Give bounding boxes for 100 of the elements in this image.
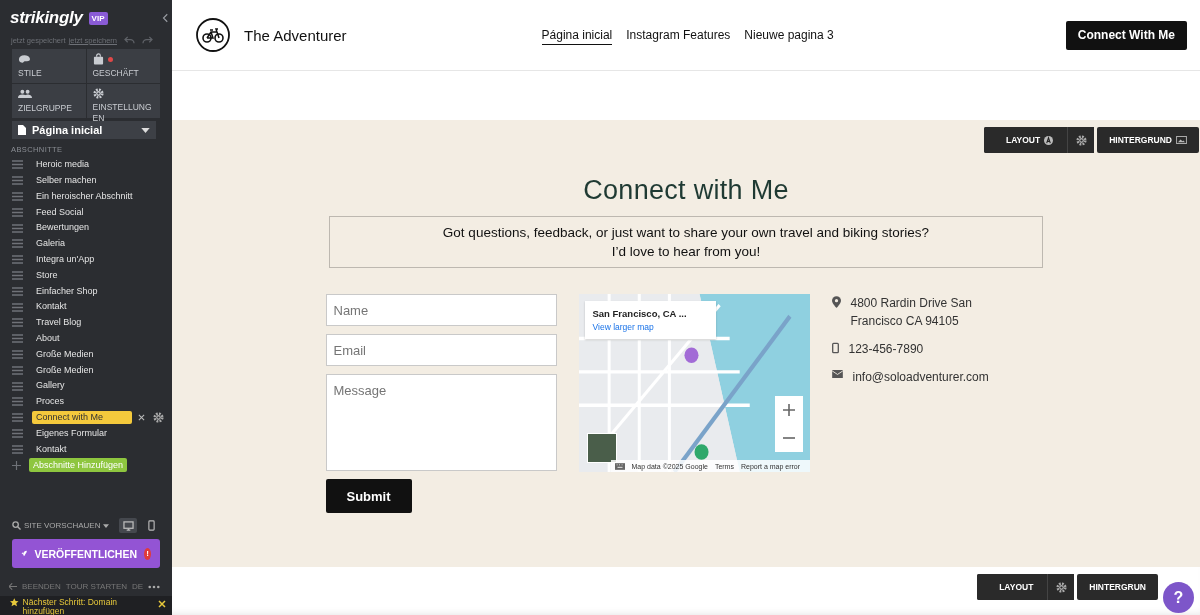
section-item[interactable]: Kontakt bbox=[32, 300, 71, 314]
settings-icon bbox=[1055, 581, 1067, 593]
section-item[interactable]: Selber machen bbox=[32, 173, 101, 188]
nav-link[interactable]: Página inicial bbox=[541, 25, 613, 45]
strikingly-logo: strikingly bbox=[10, 8, 83, 28]
map-place-name: San Francisco, CA ... bbox=[592, 308, 688, 319]
section-settings-button[interactable] bbox=[1067, 127, 1095, 153]
section-item[interactable]: Galeria bbox=[32, 237, 69, 251]
message-field[interactable]: Message bbox=[325, 374, 557, 471]
back-arrow-icon[interactable] bbox=[9, 583, 17, 590]
image-icon bbox=[1176, 136, 1187, 144]
drag-handle-icon[interactable] bbox=[12, 239, 23, 249]
shopping-bag-icon bbox=[92, 53, 104, 65]
contact-detail: 123-456-7890 bbox=[848, 341, 924, 358]
section-item[interactable]: Store bbox=[32, 268, 62, 283]
help-button[interactable]: ? bbox=[1163, 582, 1194, 613]
settings-icon bbox=[1075, 134, 1087, 146]
drag-handle-icon[interactable] bbox=[12, 381, 23, 391]
section-item[interactable]: Kontakt bbox=[32, 442, 71, 456]
section-item[interactable]: Travel Blog bbox=[32, 316, 86, 330]
phone-icon bbox=[147, 520, 155, 531]
satellite-thumbnail[interactable] bbox=[586, 433, 617, 463]
close-icon[interactable] bbox=[138, 414, 145, 422]
envelope-icon bbox=[831, 370, 843, 378]
background-button[interactable]: HINTERGRUND bbox=[1097, 127, 1199, 153]
drag-handle-icon[interactable] bbox=[12, 176, 23, 186]
settings-icon bbox=[92, 88, 104, 99]
input-field[interactable]: Name bbox=[325, 294, 557, 326]
drag-handle-icon[interactable] bbox=[12, 270, 23, 280]
redo-icon[interactable] bbox=[142, 36, 153, 45]
drag-handle-icon[interactable] bbox=[12, 365, 23, 375]
drag-handle-icon[interactable] bbox=[12, 349, 23, 359]
plus-icon bbox=[782, 404, 795, 416]
plus-icon[interactable] bbox=[12, 460, 21, 470]
preview-dropdown[interactable]: SITE VORSCHAUEN bbox=[12, 521, 110, 530]
larger-map-link[interactable]: View larger map bbox=[592, 322, 708, 332]
next-step-text: Nächster Schritt: Domain hinzufügen bbox=[22, 598, 119, 615]
sidebar-tile[interactable]: STILE bbox=[12, 49, 86, 83]
sidebar-tile[interactable]: ZIELGRUPPE bbox=[12, 84, 86, 118]
page-icon bbox=[18, 125, 26, 135]
section-item[interactable]: Große Medien bbox=[32, 347, 98, 362]
section-item[interactable]: Feed Social bbox=[32, 205, 88, 219]
people-icon bbox=[18, 89, 32, 99]
drag-handle-icon[interactable] bbox=[12, 413, 23, 423]
caret-icon bbox=[103, 523, 110, 528]
intro-text: Got questions, feedback, or just want to share your own travel and biking stories? I’d love to hear from you! bbox=[329, 216, 1043, 268]
contact-detail: 4800 Rardin Drive San Francisco CA 94105 bbox=[850, 295, 973, 330]
section-item[interactable]: Proces bbox=[32, 395, 68, 409]
keyboard-icon[interactable] bbox=[614, 462, 625, 470]
section-item[interactable]: Integra un'App bbox=[32, 252, 99, 267]
nav-link[interactable]: Nieuwe pagina 3 bbox=[744, 25, 834, 45]
sidebar-tile[interactable]: GESCHÄFT bbox=[86, 49, 160, 83]
close-icon[interactable] bbox=[158, 600, 166, 608]
section-settings-button[interactable] bbox=[1047, 574, 1075, 600]
search-icon bbox=[12, 521, 21, 530]
nav-link[interactable]: Instagram Features bbox=[626, 25, 731, 45]
site-title[interactable]: The Adventurer bbox=[244, 26, 347, 44]
collapse-icon[interactable] bbox=[162, 13, 168, 23]
desktop-icon bbox=[122, 520, 134, 531]
section-item[interactable]: Heroic media bbox=[32, 158, 94, 172]
publish-button[interactable]: VERÖFFENTLICHEN ! bbox=[12, 539, 160, 568]
drag-handle-icon[interactable] bbox=[12, 223, 23, 233]
drag-handle-icon[interactable] bbox=[12, 428, 23, 438]
drag-handle-icon[interactable] bbox=[12, 302, 23, 312]
section-item[interactable]: Eigenes Formular bbox=[32, 426, 112, 441]
section-item[interactable]: Gallery bbox=[32, 379, 69, 393]
drag-handle-icon[interactable] bbox=[12, 444, 23, 454]
contact-detail: info@soloadventurer.com bbox=[852, 369, 989, 386]
more-icon[interactable] bbox=[148, 584, 161, 589]
submit-button[interactable]: Submit bbox=[325, 479, 412, 513]
drag-handle-icon[interactable] bbox=[12, 207, 23, 217]
drag-handle-icon[interactable] bbox=[12, 286, 23, 296]
star-icon bbox=[10, 598, 19, 607]
drag-handle-icon[interactable] bbox=[12, 334, 23, 344]
device-toggle[interactable] bbox=[119, 518, 137, 533]
drag-handle-icon[interactable] bbox=[12, 255, 23, 265]
input-field[interactable]: Email bbox=[325, 334, 557, 366]
drag-handle-icon[interactable] bbox=[12, 192, 23, 201]
drag-handle-icon[interactable] bbox=[12, 160, 23, 170]
section-item[interactable]: Bewertungen bbox=[32, 221, 94, 235]
settings-icon[interactable] bbox=[153, 412, 164, 424]
section-item[interactable]: Große Medien bbox=[32, 363, 98, 377]
page-dropdown[interactable]: Página inicial bbox=[12, 121, 156, 139]
palette-icon bbox=[18, 53, 31, 64]
undo-icon[interactable] bbox=[124, 36, 135, 45]
bicycle-logo-icon bbox=[196, 18, 230, 52]
section-item[interactable]: Einfacher Shop bbox=[32, 284, 102, 298]
section-item[interactable]: About bbox=[32, 331, 64, 346]
alert-badge: ! bbox=[144, 547, 151, 560]
location-pin-icon bbox=[831, 296, 841, 308]
section-item[interactable]: Ein heroischer Abschnitt bbox=[32, 189, 137, 204]
letter-circle-icon bbox=[1044, 135, 1054, 145]
connect-button[interactable]: Connect With Me bbox=[1065, 20, 1187, 50]
drag-handle-icon[interactable] bbox=[12, 397, 23, 407]
phone-icon bbox=[831, 342, 839, 354]
section-title: Connect with Me bbox=[583, 175, 789, 206]
background-button[interactable]: HINTERGRUN bbox=[1077, 574, 1158, 600]
vip-badge: VIP bbox=[88, 11, 108, 25]
section-item[interactable]: Connect with Me bbox=[32, 410, 132, 425]
drag-handle-icon[interactable] bbox=[12, 318, 23, 328]
